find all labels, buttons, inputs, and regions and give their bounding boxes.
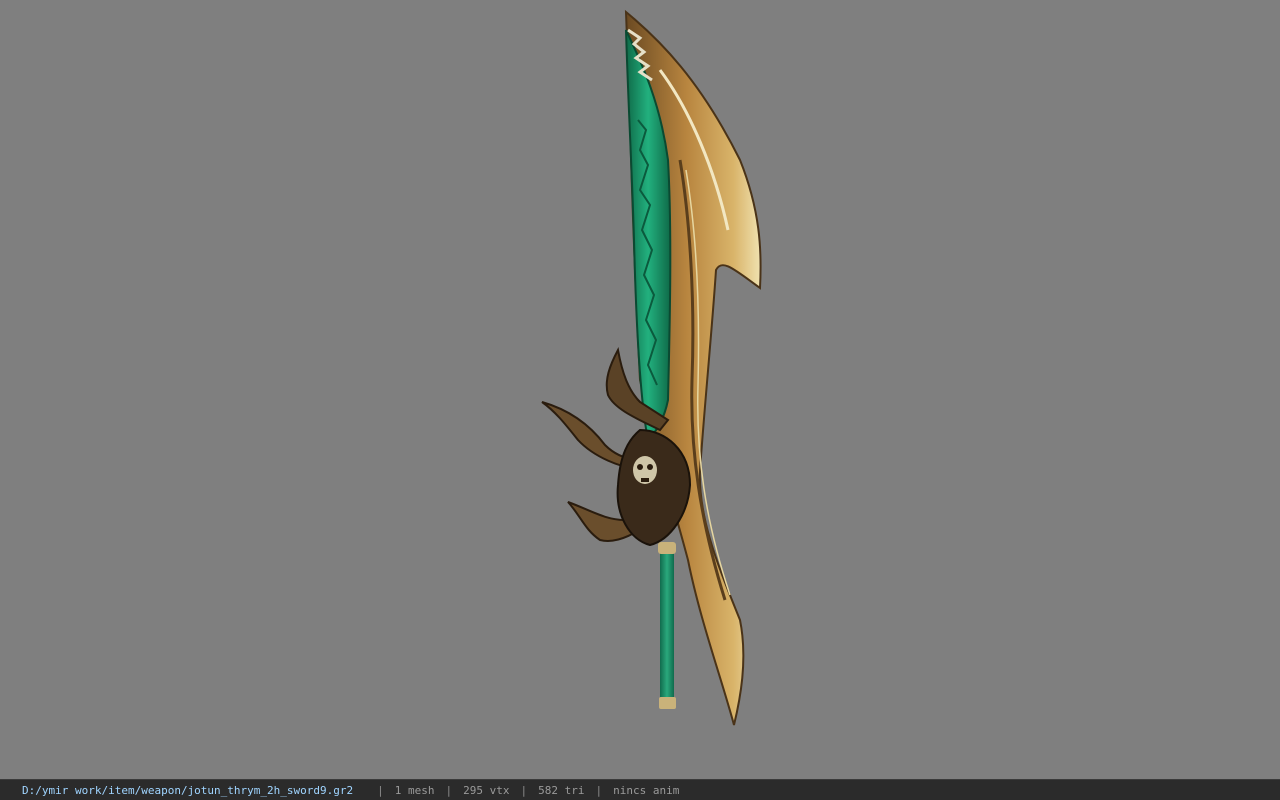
status-separator: |	[377, 783, 384, 797]
status-bar: D:/ymir work/item/weapon/jotun_thrym_2h_…	[0, 779, 1280, 800]
sword-handle	[658, 542, 676, 709]
mesh-count: 1 mesh	[394, 783, 435, 797]
file-path: D:/ymir work/item/weapon/jotun_thrym_2h_…	[22, 783, 354, 797]
animation-status: nincs anim	[613, 783, 680, 797]
triangle-count: 582 tri	[538, 783, 585, 797]
3d-viewport[interactable]	[0, 0, 1280, 779]
status-separator: |	[445, 783, 453, 797]
vertex-count: 295 vtx	[463, 783, 510, 797]
sword-model	[541, 9, 762, 726]
status-separator: |	[595, 783, 603, 797]
status-separator: |	[520, 783, 528, 797]
